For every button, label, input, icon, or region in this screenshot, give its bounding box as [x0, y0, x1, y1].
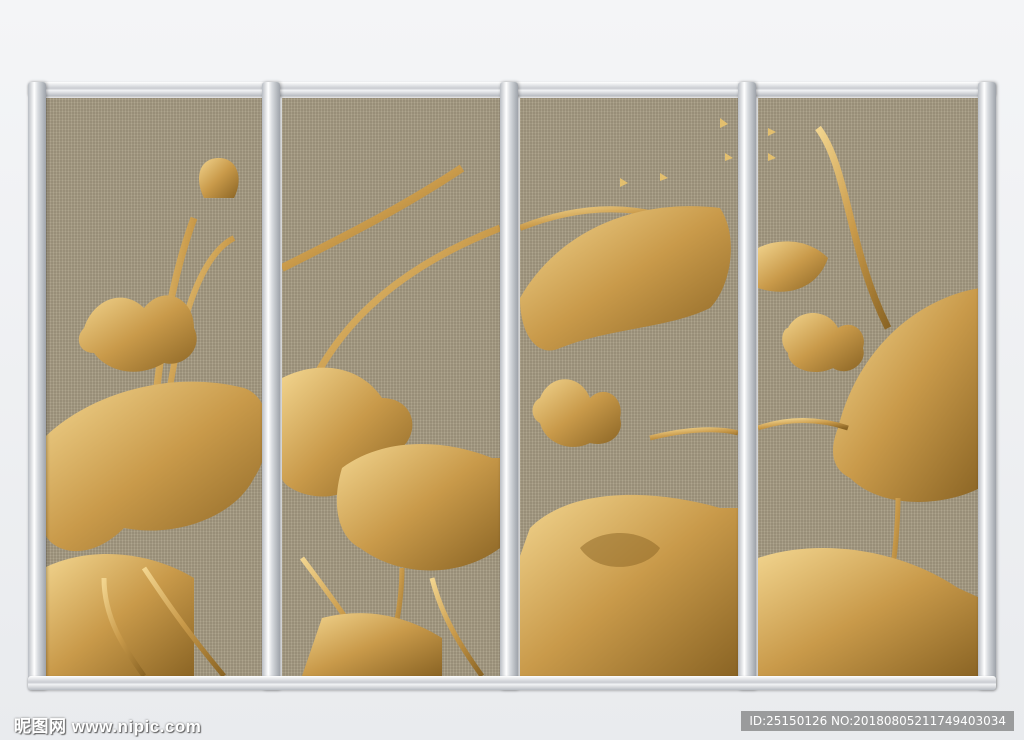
lotus-relief-1	[44, 158, 262, 676]
panel-1	[44, 98, 262, 676]
lotus-relief-4	[758, 125, 980, 676]
screen-frame	[28, 82, 996, 690]
panel-4	[758, 98, 980, 676]
panel-2	[282, 98, 500, 676]
frame-bottom-rail	[28, 676, 996, 690]
frame-post-right	[978, 82, 996, 690]
lotus-relief-2	[282, 164, 500, 676]
lotus-relief-3	[520, 118, 738, 676]
site-watermark: 昵图网 www.nipic.com	[14, 717, 202, 736]
panel-3	[520, 98, 738, 676]
frame-post-left	[28, 82, 46, 690]
frame-post-1	[262, 82, 280, 690]
frame-post-3	[738, 82, 756, 690]
frame-post-2	[500, 82, 518, 690]
image-id-watermark: ID:25150126 NO:20180805211749403034	[741, 711, 1014, 731]
